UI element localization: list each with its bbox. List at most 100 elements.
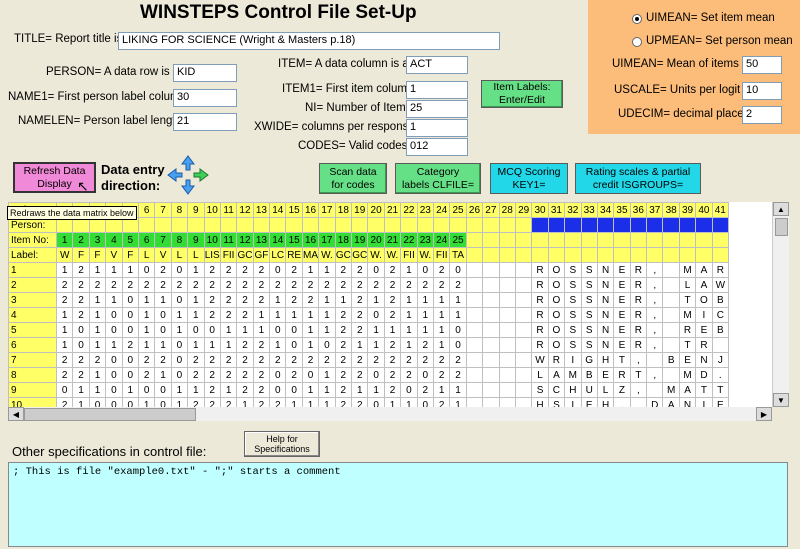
data-cell[interactable]: 2 — [351, 397, 369, 407]
data-cell[interactable]: 2 — [219, 397, 238, 407]
data-cell[interactable]: U — [580, 382, 598, 398]
data-cell[interactable]: 0 — [121, 307, 139, 323]
item-number-cell[interactable] — [580, 232, 598, 248]
data-cell[interactable]: T — [711, 382, 730, 398]
data-cell[interactable]: N — [695, 352, 713, 368]
data-cell[interactable]: 0 — [55, 382, 74, 398]
data-cell[interactable]: 0 — [449, 337, 467, 353]
data-cell[interactable]: 1 — [367, 322, 385, 338]
item-number-cell[interactable]: 5 — [121, 232, 139, 248]
data-cell[interactable]: C — [711, 307, 730, 323]
data-cell[interactable] — [662, 307, 680, 323]
data-cell[interactable]: T — [613, 352, 631, 368]
row-header-label[interactable]: Label: — [8, 247, 57, 263]
data-cell[interactable]: , — [646, 292, 664, 308]
data-cell[interactable]: T — [678, 292, 697, 308]
data-cell[interactable]: 0 — [416, 367, 434, 383]
column-header[interactable]: 19 — [351, 202, 369, 218]
data-cell[interactable] — [482, 292, 500, 308]
person-cell[interactable] — [203, 217, 221, 233]
item-label-cell[interactable] — [629, 247, 648, 263]
person-cell[interactable] — [465, 217, 484, 233]
data-cell[interactable] — [514, 352, 533, 368]
data-cell[interactable]: S — [580, 322, 598, 338]
column-header[interactable]: 21 — [383, 202, 402, 218]
item-label-cell[interactable] — [695, 247, 713, 263]
person-cell[interactable] — [498, 217, 516, 233]
data-cell[interactable]: 2 — [432, 367, 451, 383]
data-cell[interactable]: 2 — [416, 337, 434, 353]
data-cell[interactable]: 1 — [105, 292, 123, 308]
data-cell[interactable]: . — [711, 367, 730, 383]
data-cell[interactable]: 2 — [203, 367, 221, 383]
data-cell[interactable]: 2 — [400, 367, 418, 383]
item-label-cell[interactable] — [596, 247, 615, 263]
data-cell[interactable] — [498, 262, 516, 278]
data-cell[interactable]: 2 — [301, 352, 320, 368]
scan-data-button[interactable]: Scan data for codes — [319, 163, 387, 194]
data-cell[interactable]: S — [580, 337, 598, 353]
data-cell[interactable]: 1 — [105, 262, 123, 278]
column-header[interactable]: 26 — [465, 202, 484, 218]
column-header[interactable]: 8 — [170, 202, 189, 218]
data-grid[interactable]: Column:123456789101112131415161718192021… — [8, 202, 772, 407]
person-cell[interactable] — [318, 217, 336, 233]
data-cell[interactable]: T — [629, 367, 648, 383]
item-number-cell[interactable]: 7 — [154, 232, 172, 248]
data-cell[interactable]: S — [564, 307, 582, 323]
data-cell[interactable]: 2 — [252, 382, 271, 398]
item-number-cell[interactable]: 24 — [432, 232, 451, 248]
data-cell[interactable]: B — [711, 292, 730, 308]
data-cell[interactable]: 2 — [285, 277, 303, 293]
data-cell[interactable]: 1 — [400, 307, 418, 323]
data-cell[interactable]: M — [678, 307, 697, 323]
data-cell[interactable] — [646, 352, 664, 368]
person-cell[interactable] — [432, 217, 451, 233]
item-label-cell[interactable]: W. — [416, 247, 434, 263]
data-cell[interactable]: 0 — [170, 292, 189, 308]
data-cell[interactable] — [465, 397, 484, 407]
data-cell[interactable]: 0 — [137, 382, 156, 398]
data-cell[interactable]: 1 — [187, 382, 205, 398]
item-number-cell[interactable] — [662, 232, 680, 248]
data-cell[interactable]: 0 — [416, 262, 434, 278]
data-cell[interactable]: 2 — [236, 382, 254, 398]
data-cell[interactable]: 2 — [449, 352, 467, 368]
data-cell[interactable] — [711, 337, 730, 353]
data-cell[interactable]: R — [531, 337, 549, 353]
data-cell[interactable]: R — [678, 322, 697, 338]
person-cell[interactable] — [596, 217, 615, 233]
data-cell[interactable] — [482, 337, 500, 353]
data-cell[interactable] — [482, 262, 500, 278]
data-cell[interactable]: 1 — [137, 322, 156, 338]
column-header[interactable]: 9 — [187, 202, 205, 218]
data-cell[interactable]: 2 — [219, 262, 238, 278]
item-label-cell[interactable] — [711, 247, 730, 263]
data-cell[interactable]: 0 — [416, 397, 434, 407]
item-label-cell[interactable] — [580, 247, 598, 263]
data-cell[interactable]: , — [646, 277, 664, 293]
data-cell[interactable]: , — [646, 367, 664, 383]
data-cell[interactable]: 2 — [203, 352, 221, 368]
data-cell[interactable]: S — [564, 262, 582, 278]
data-cell[interactable]: S — [531, 382, 549, 398]
data-cell[interactable]: 1 — [187, 337, 205, 353]
data-cell[interactable]: S — [547, 397, 566, 407]
data-cell[interactable]: D — [695, 367, 713, 383]
data-cell[interactable]: 0 — [269, 367, 287, 383]
data-cell[interactable]: 2 — [236, 262, 254, 278]
item-label-cell[interactable] — [531, 247, 549, 263]
column-header[interactable]: 14 — [269, 202, 287, 218]
data-cell[interactable]: N — [596, 277, 615, 293]
data-cell[interactable]: 2 — [432, 352, 451, 368]
data-cell[interactable]: , — [646, 307, 664, 323]
data-cell[interactable]: 0 — [367, 367, 385, 383]
uimean-input[interactable]: 50 — [742, 56, 782, 74]
data-cell[interactable]: 1 — [88, 382, 107, 398]
data-cell[interactable]: 1 — [187, 307, 205, 323]
data-cell[interactable]: 2 — [383, 292, 402, 308]
data-cell[interactable]: 1 — [318, 382, 336, 398]
column-header[interactable]: 6 — [137, 202, 156, 218]
scroll-down-icon[interactable]: ▼ — [773, 393, 789, 407]
data-cell[interactable]: 1 — [236, 397, 254, 407]
